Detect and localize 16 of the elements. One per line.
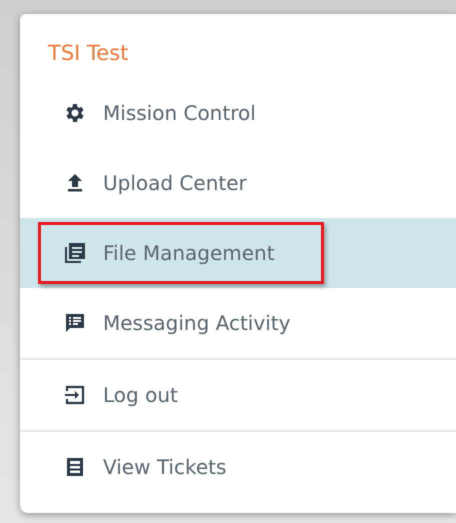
menu-link[interactable]: Mission Control — [38, 82, 305, 144]
menu-link[interactable]: Upload Center — [38, 152, 296, 214]
menu-item[interactable]: View Tickets — [20, 432, 456, 502]
files-icon — [63, 241, 87, 265]
menu-item[interactable]: Messaging Activity — [20, 288, 456, 358]
logout-icon — [63, 383, 87, 407]
menu-link[interactable]: Messaging Activity — [38, 292, 340, 354]
menu-item[interactable]: Mission Control — [20, 78, 456, 148]
menu-link[interactable]: Log out — [38, 364, 227, 426]
menu-item[interactable]: File Management — [20, 218, 456, 288]
menu-link[interactable]: View Tickets — [38, 436, 276, 498]
menu-item[interactable]: Log out — [20, 360, 456, 430]
menu-link[interactable]: File Management — [38, 222, 324, 284]
menu-item[interactable]: Upload Center — [20, 148, 456, 218]
message-icon — [63, 311, 87, 335]
menu-title: TSI Test — [47, 40, 130, 67]
